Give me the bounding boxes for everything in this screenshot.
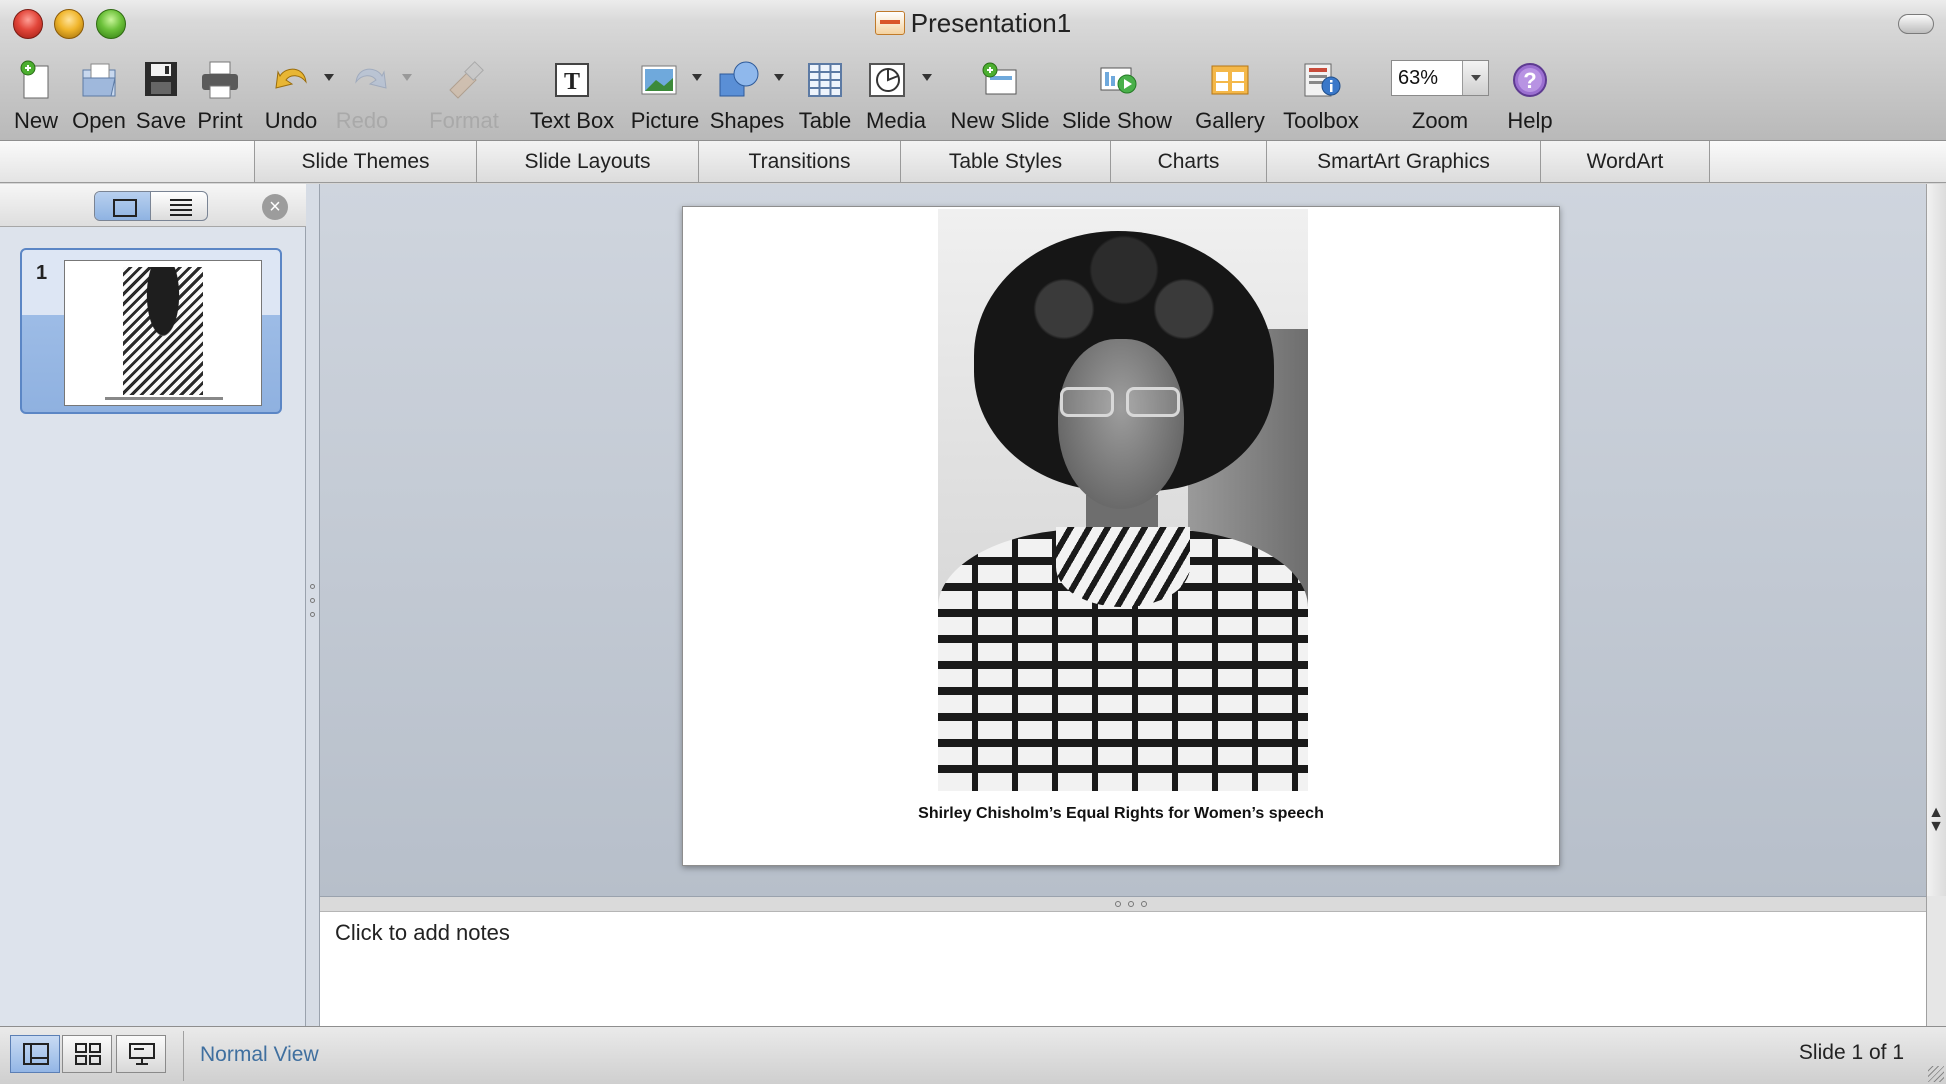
thumbnail-photo <box>123 267 203 395</box>
elements-gallery-tabs: Slide Themes Slide Layouts Transitions T… <box>0 141 1946 183</box>
format-button[interactable]: Format <box>424 54 504 140</box>
close-pane-icon[interactable]: × <box>262 194 288 220</box>
slide-number: 1 <box>36 262 48 284</box>
status-bar: Normal View Slide 1 of 1 <box>0 1026 1946 1084</box>
tab-charts[interactable]: Charts <box>1110 141 1266 182</box>
redo-dropdown-caret[interactable] <box>402 74 412 81</box>
open-folder-icon <box>77 60 121 100</box>
outline-view-icon[interactable] <box>152 192 207 220</box>
svg-text:T: T <box>564 69 580 95</box>
normal-view-icon <box>23 1043 49 1065</box>
notes-splitter[interactable] <box>320 896 1926 912</box>
slide-photo[interactable] <box>938 209 1308 791</box>
zoom-control: 63% Zoom <box>1384 54 1496 140</box>
resize-grip[interactable] <box>1928 1066 1944 1082</box>
slide-show-button[interactable]: Slide Show <box>1060 54 1174 140</box>
chevron-down-icon <box>1471 75 1481 81</box>
text-box-icon: T <box>550 60 594 100</box>
picture-dropdown-caret[interactable] <box>692 74 702 81</box>
pane-splitter[interactable] <box>306 184 320 1026</box>
redo-button[interactable]: Redo <box>336 54 412 140</box>
view-name: Normal View <box>200 1043 319 1066</box>
new-slide-icon <box>978 60 1022 100</box>
media-dropdown-caret[interactable] <box>922 74 932 81</box>
shapes-dropdown-caret[interactable] <box>774 74 784 81</box>
gallery-button[interactable]: Gallery <box>1192 54 1268 140</box>
slides-pane: × 1 <box>0 184 306 1026</box>
screen: Presentation1 New Open Save Print Undo R… <box>0 0 1946 1084</box>
tab-smartart-graphics[interactable]: SmartArt Graphics <box>1266 141 1540 182</box>
text-box-button[interactable]: T Text Box <box>520 54 624 140</box>
shapes-button[interactable]: Shapes <box>708 54 786 140</box>
slide-sorter-button[interactable] <box>62 1035 112 1073</box>
presentation-screen-icon <box>129 1043 155 1065</box>
print-button[interactable]: Print <box>190 54 250 140</box>
picture-icon <box>638 60 682 100</box>
undo-dropdown-caret[interactable] <box>324 74 334 81</box>
svg-text:?: ? <box>1523 68 1536 93</box>
pane-view-toggle <box>94 191 208 221</box>
slide-counter: Slide 1 of 1 <box>1798 1041 1904 1064</box>
slide-thumbnail-preview <box>64 260 262 406</box>
tab-slide-layouts[interactable]: Slide Layouts <box>476 141 698 182</box>
title-toolbar: Presentation1 New Open Save Print Undo R… <box>0 0 1946 141</box>
help-button[interactable]: ? Help <box>1500 54 1560 140</box>
printer-icon <box>198 60 242 100</box>
notes-placeholder[interactable]: Click to add notes <box>335 920 510 946</box>
window-title: Presentation1 <box>0 8 1946 39</box>
slide-thumbnail-1[interactable]: 1 <box>20 248 282 414</box>
open-button[interactable]: Open <box>66 54 132 140</box>
slide-sorter-icon <box>75 1043 101 1065</box>
slides-view-icon[interactable] <box>95 192 151 220</box>
new-document-icon <box>14 60 58 100</box>
tab-transitions[interactable]: Transitions <box>698 141 900 182</box>
tab-wordart[interactable]: WordArt <box>1540 141 1710 182</box>
undo-arrow-icon <box>270 60 314 100</box>
toolbox-icon <box>1299 60 1343 100</box>
table-button[interactable]: Table <box>790 54 860 140</box>
table-icon <box>803 60 847 100</box>
save-button[interactable]: Save <box>132 54 190 140</box>
zoom-field[interactable]: 63% <box>1391 60 1489 96</box>
floppy-disk-icon <box>139 60 183 100</box>
notes-pane[interactable]: Click to add notes <box>320 912 1926 1026</box>
normal-view-button[interactable] <box>10 1035 60 1073</box>
slide-caption[interactable]: Shirley Chisholm’s Equal Rights for Wome… <box>683 805 1559 823</box>
slides-pane-header: × <box>0 184 306 227</box>
scroll-arrows[interactable]: ▲ ▼ <box>1926 800 1946 862</box>
picture-button[interactable]: Picture <box>624 54 706 140</box>
media-button[interactable]: Media <box>862 54 932 140</box>
next-slide-icon[interactable]: ▼ <box>1928 818 1944 835</box>
help-icon: ? <box>1508 60 1552 100</box>
toolbox-button[interactable]: Toolbox <box>1276 54 1366 140</box>
thumbnail-caption-line <box>105 397 223 400</box>
vertical-scrollbar[interactable] <box>1926 184 1946 896</box>
zoom-dropdown-arrow[interactable] <box>1462 61 1488 95</box>
format-brush-icon <box>442 60 486 100</box>
powerpoint-window: Presentation1 New Open Save Print Undo R… <box>0 0 1946 1084</box>
new-button[interactable]: New <box>6 54 66 140</box>
shapes-icon <box>718 60 762 100</box>
slide-canvas[interactable]: Shirley Chisholm’s Equal Rights for Wome… <box>682 206 1560 866</box>
presentation-document-icon <box>874 11 905 35</box>
slide-show-view-button[interactable] <box>116 1035 166 1073</box>
gallery-icon <box>1208 60 1252 100</box>
slide-show-icon <box>1095 60 1139 100</box>
new-slide-button[interactable]: New Slide <box>948 54 1052 140</box>
tab-slide-themes[interactable]: Slide Themes <box>254 141 476 182</box>
toolbar-toggle-button[interactable] <box>1898 14 1934 34</box>
notes-scrollbar[interactable] <box>1926 896 1946 1026</box>
media-icon <box>866 60 910 100</box>
tab-table-styles[interactable]: Table Styles <box>900 141 1110 182</box>
redo-arrow-icon <box>348 60 392 100</box>
